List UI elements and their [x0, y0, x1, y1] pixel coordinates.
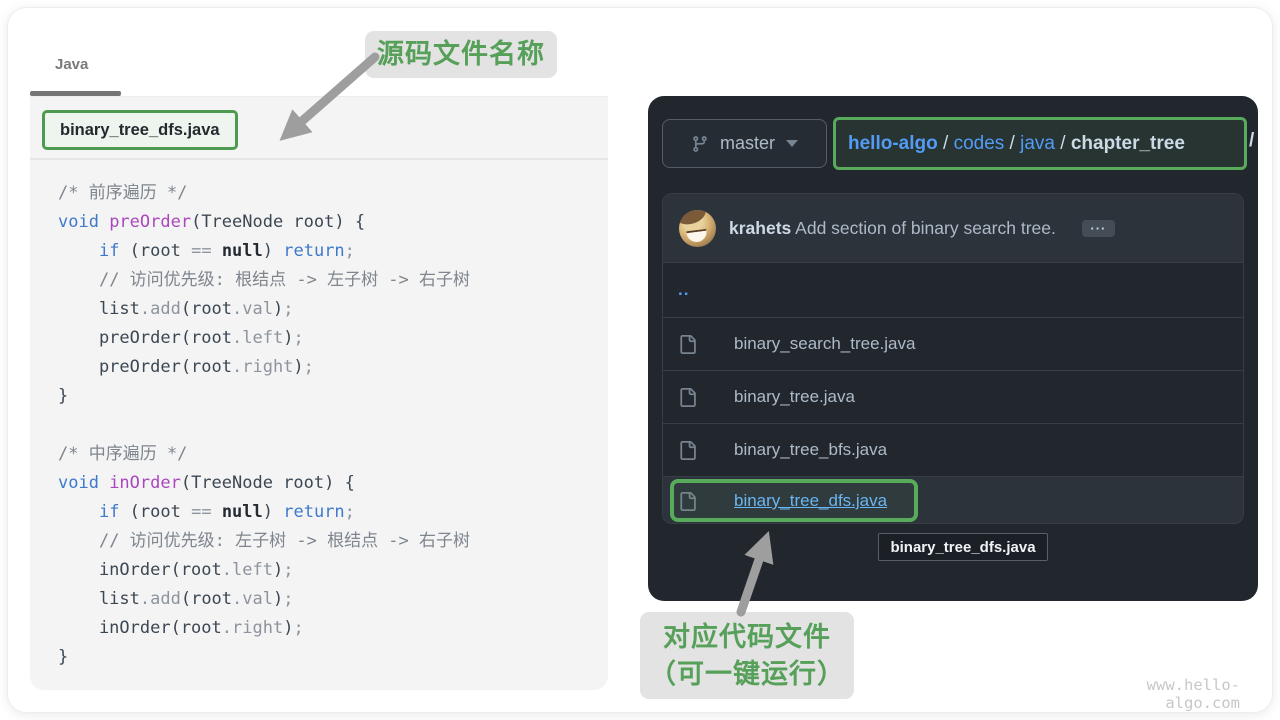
breadcrumb-item-codes[interactable]: codes — [954, 133, 1005, 155]
code-line: } — [58, 382, 608, 411]
branch-selector-button[interactable]: master — [662, 119, 827, 168]
file-row-binary_search_tree.java[interactable]: binary_search_tree.java — [663, 318, 1243, 371]
code-line: list.add(root.val); — [58, 585, 608, 614]
annotation-source-text: 源码文件名称 — [377, 36, 545, 73]
link-tooltip: binary_tree_dfs.java — [878, 533, 1048, 561]
code-line: // 访问优先级: 根结点 -> 左子树 -> 右子树 — [58, 266, 608, 295]
file-link[interactable]: binary_tree.java — [734, 387, 855, 407]
figure-canvas: Java binary_tree_dfs.java /* 前序遍历 */void… — [0, 0, 1280, 720]
breadcrumb-separator: / — [1055, 133, 1071, 155]
annotation-target-file: 对应代码文件 （可一键运行） — [640, 612, 854, 699]
code-line: void inOrder(TreeNode root) { — [58, 469, 608, 498]
code-line: inOrder(root.left); — [58, 556, 608, 585]
breadcrumb: hello-algo / codes / java / chapter_tree — [833, 117, 1247, 170]
code-block: /* 前序遍历 */void preOrder(TreeNode root) {… — [30, 160, 608, 690]
breadcrumb-separator: / — [1004, 133, 1020, 155]
commit-message[interactable]: Add section of binary search tree. — [791, 218, 1056, 238]
file-icon — [678, 492, 708, 511]
code-line: preOrder(root.right); — [58, 353, 608, 382]
git-branch-icon — [691, 135, 709, 153]
code-line: preOrder(root.left); — [58, 324, 608, 353]
code-line: if (root == null) return; — [58, 237, 608, 266]
breadcrumb-item-java[interactable]: java — [1020, 133, 1055, 155]
tab-active-indicator — [30, 91, 121, 96]
code-line: inOrder(root.right); — [58, 614, 608, 643]
source-filename: binary_tree_dfs.java — [60, 121, 220, 140]
code-line: if (root == null) return; — [58, 498, 608, 527]
breadcrumb-item-hello-algo[interactable]: hello-algo — [848, 133, 938, 155]
tab-java[interactable]: Java — [55, 56, 88, 73]
parent-directory-link[interactable]: .. — [678, 280, 689, 300]
code-line: /* 前序遍历 */ — [58, 179, 608, 208]
branch-name: master — [720, 133, 775, 154]
annotation-target-line2: （可一键运行） — [649, 656, 845, 693]
file-row-binary_tree.java[interactable]: binary_tree.java — [663, 371, 1243, 424]
editor-header: binary_tree_dfs.java — [30, 96, 608, 160]
source-filename-box: binary_tree_dfs.java — [42, 110, 238, 150]
file-icon — [678, 388, 708, 407]
code-line — [58, 411, 608, 440]
file-row-binary_tree_dfs.java[interactable]: binary_tree_dfs.java — [663, 477, 1243, 524]
file-icon — [678, 441, 708, 460]
file-link[interactable]: binary_tree_dfs.java — [734, 491, 887, 511]
file-icon — [678, 335, 708, 354]
breadcrumb-separator: / — [938, 133, 954, 155]
file-link[interactable]: binary_tree_bfs.java — [734, 440, 887, 460]
annotation-target-line1: 对应代码文件 — [663, 619, 831, 656]
code-line: /* 中序遍历 */ — [58, 440, 608, 469]
latest-commit-bar: krahets Add section of binary search tre… — [663, 194, 1243, 263]
annotation-source-filename: 源码文件名称 — [365, 31, 557, 78]
file-link[interactable]: binary_search_tree.java — [734, 334, 915, 354]
code-line: void preOrder(TreeNode root) { — [58, 208, 608, 237]
commit-more-button[interactable]: ··· — [1082, 220, 1115, 237]
commit-text: krahets Add section of binary search tre… — [729, 218, 1056, 239]
avatar[interactable] — [679, 210, 716, 247]
breadcrumb-item-chapter_tree: chapter_tree — [1071, 133, 1185, 155]
watermark: www.hello-algo.com — [1076, 676, 1240, 712]
file-browser-box: krahets Add section of binary search tre… — [662, 193, 1244, 524]
code-line: } — [58, 643, 608, 672]
commit-author[interactable]: krahets — [729, 218, 791, 238]
file-list: .. binary_search_tree.java binary_tree.jav… — [663, 263, 1243, 524]
github-panel: master hello-algo / codes / java / chapt… — [648, 96, 1258, 601]
code-line: // 访问优先级: 左子树 -> 根结点 -> 右子树 — [58, 527, 608, 556]
code-line: list.add(root.val); — [58, 295, 608, 324]
file-row-binary_tree_bfs.java[interactable]: binary_tree_bfs.java — [663, 424, 1243, 477]
breadcrumb-trailing-slash: / — [1249, 130, 1254, 152]
chevron-down-icon — [786, 140, 798, 147]
file-row-parent[interactable]: .. — [663, 263, 1243, 318]
